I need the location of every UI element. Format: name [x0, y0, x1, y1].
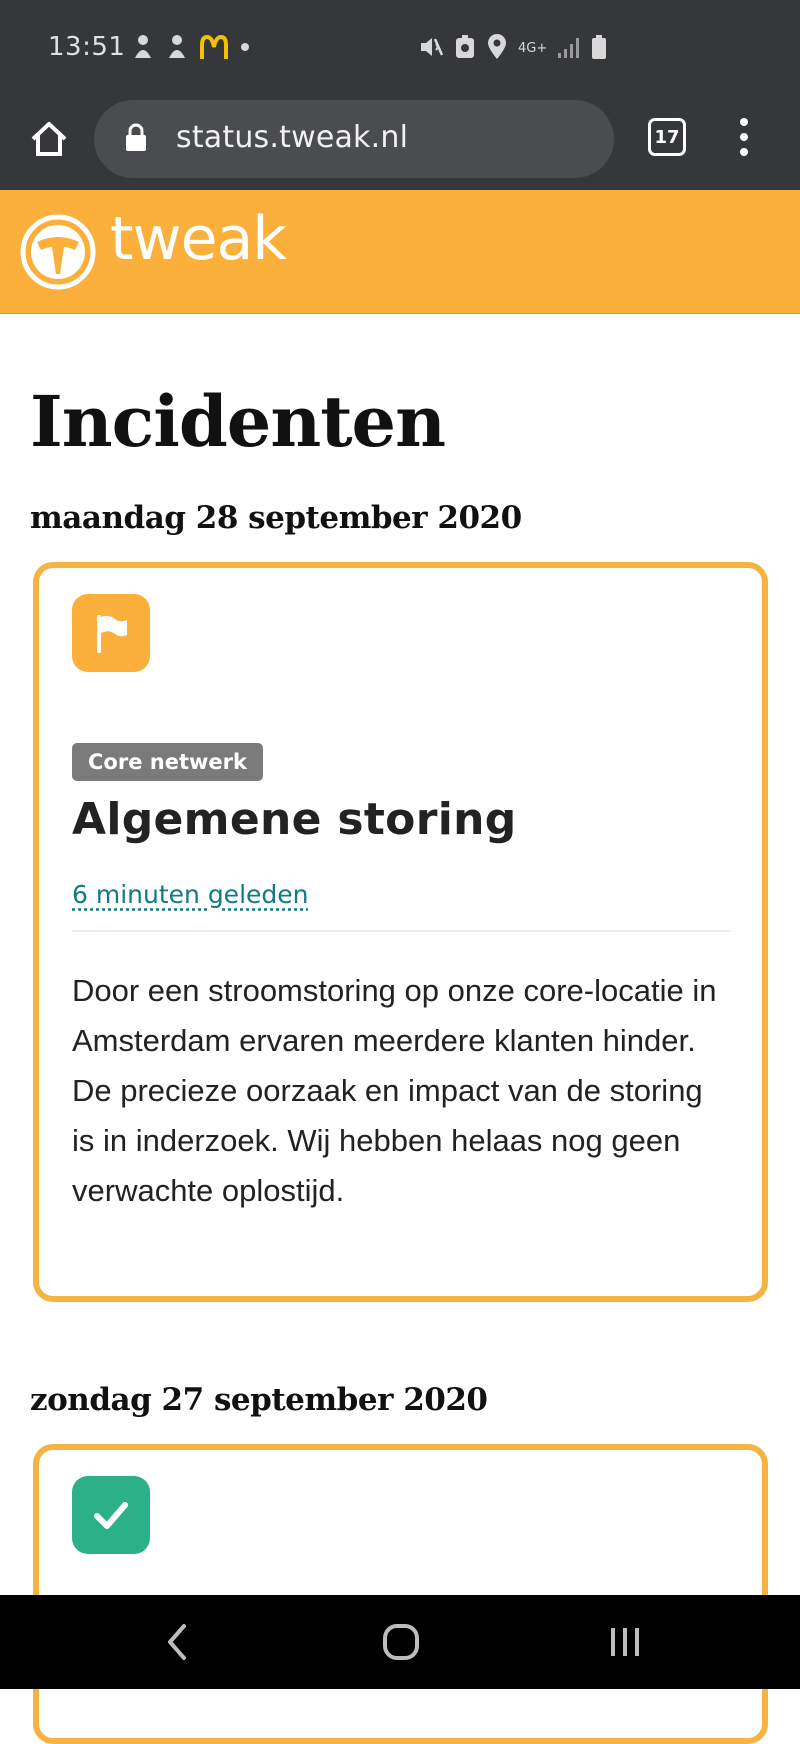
signal-icon — [557, 35, 581, 63]
system-navigation-bar — [0, 1595, 800, 1689]
incident-status-icon — [72, 1476, 150, 1554]
lock-icon — [124, 122, 148, 158]
checkmark-icon — [91, 1495, 131, 1535]
network-type-icon: 4G+ — [518, 43, 547, 55]
day-heading: zondag 27 september 2020 — [30, 1382, 487, 1418]
home-icon — [29, 119, 69, 159]
flag-icon — [91, 611, 131, 655]
tweak-logo-text[interactable]: tweak — [110, 204, 286, 274]
incident-card: Core netwerk Algemene storing 6 minuten … — [33, 562, 768, 1302]
incident-title[interactable]: Algemene storing — [72, 794, 517, 845]
browser-toolbar: status.tweak.nl 17 — [0, 100, 800, 190]
notification-icons — [132, 34, 250, 60]
notification-app-icon — [166, 34, 188, 60]
battery-saver-icon — [454, 34, 476, 64]
browser-menu-button[interactable] — [732, 114, 756, 160]
back-button[interactable] — [152, 1619, 202, 1665]
incident-status-icon — [72, 594, 150, 672]
incident-description: Door een stroomstoring op onze core-loca… — [72, 966, 722, 1216]
category-badge: Core netwerk — [72, 743, 263, 781]
site-header: tweak — [0, 190, 800, 314]
tweak-logo-icon[interactable] — [20, 214, 96, 290]
more-notifications-dot-icon — [240, 42, 250, 52]
url-text: status.tweak.nl — [176, 120, 408, 155]
address-bar[interactable]: status.tweak.nl — [94, 100, 614, 178]
incident-time-link[interactable]: 6 minuten geleden — [72, 880, 309, 909]
status-bar: 13:51 4G+ — [0, 0, 800, 100]
status-time: 13:51 — [48, 32, 125, 62]
system-status-icons: 4G+ — [418, 34, 607, 64]
recents-icon — [605, 1622, 645, 1662]
tab-count: 17 — [654, 127, 679, 148]
location-icon — [486, 34, 508, 64]
mcdonalds-icon — [200, 35, 228, 59]
battery-icon — [591, 34, 607, 64]
page-title: Incidenten — [30, 380, 445, 463]
divider — [72, 930, 731, 932]
recent-apps-button[interactable] — [600, 1619, 650, 1665]
incident-card — [33, 1444, 768, 1744]
day-heading: maandag 28 september 2020 — [30, 500, 522, 536]
more-vertical-icon — [740, 118, 748, 126]
chevron-left-icon — [162, 1622, 192, 1662]
mute-icon — [418, 34, 444, 64]
home-nav-button[interactable] — [376, 1619, 426, 1665]
rounded-square-icon — [381, 1622, 421, 1662]
tab-switcher-button[interactable]: 17 — [648, 118, 686, 156]
notification-app-icon — [132, 34, 154, 60]
home-button[interactable] — [26, 116, 72, 162]
